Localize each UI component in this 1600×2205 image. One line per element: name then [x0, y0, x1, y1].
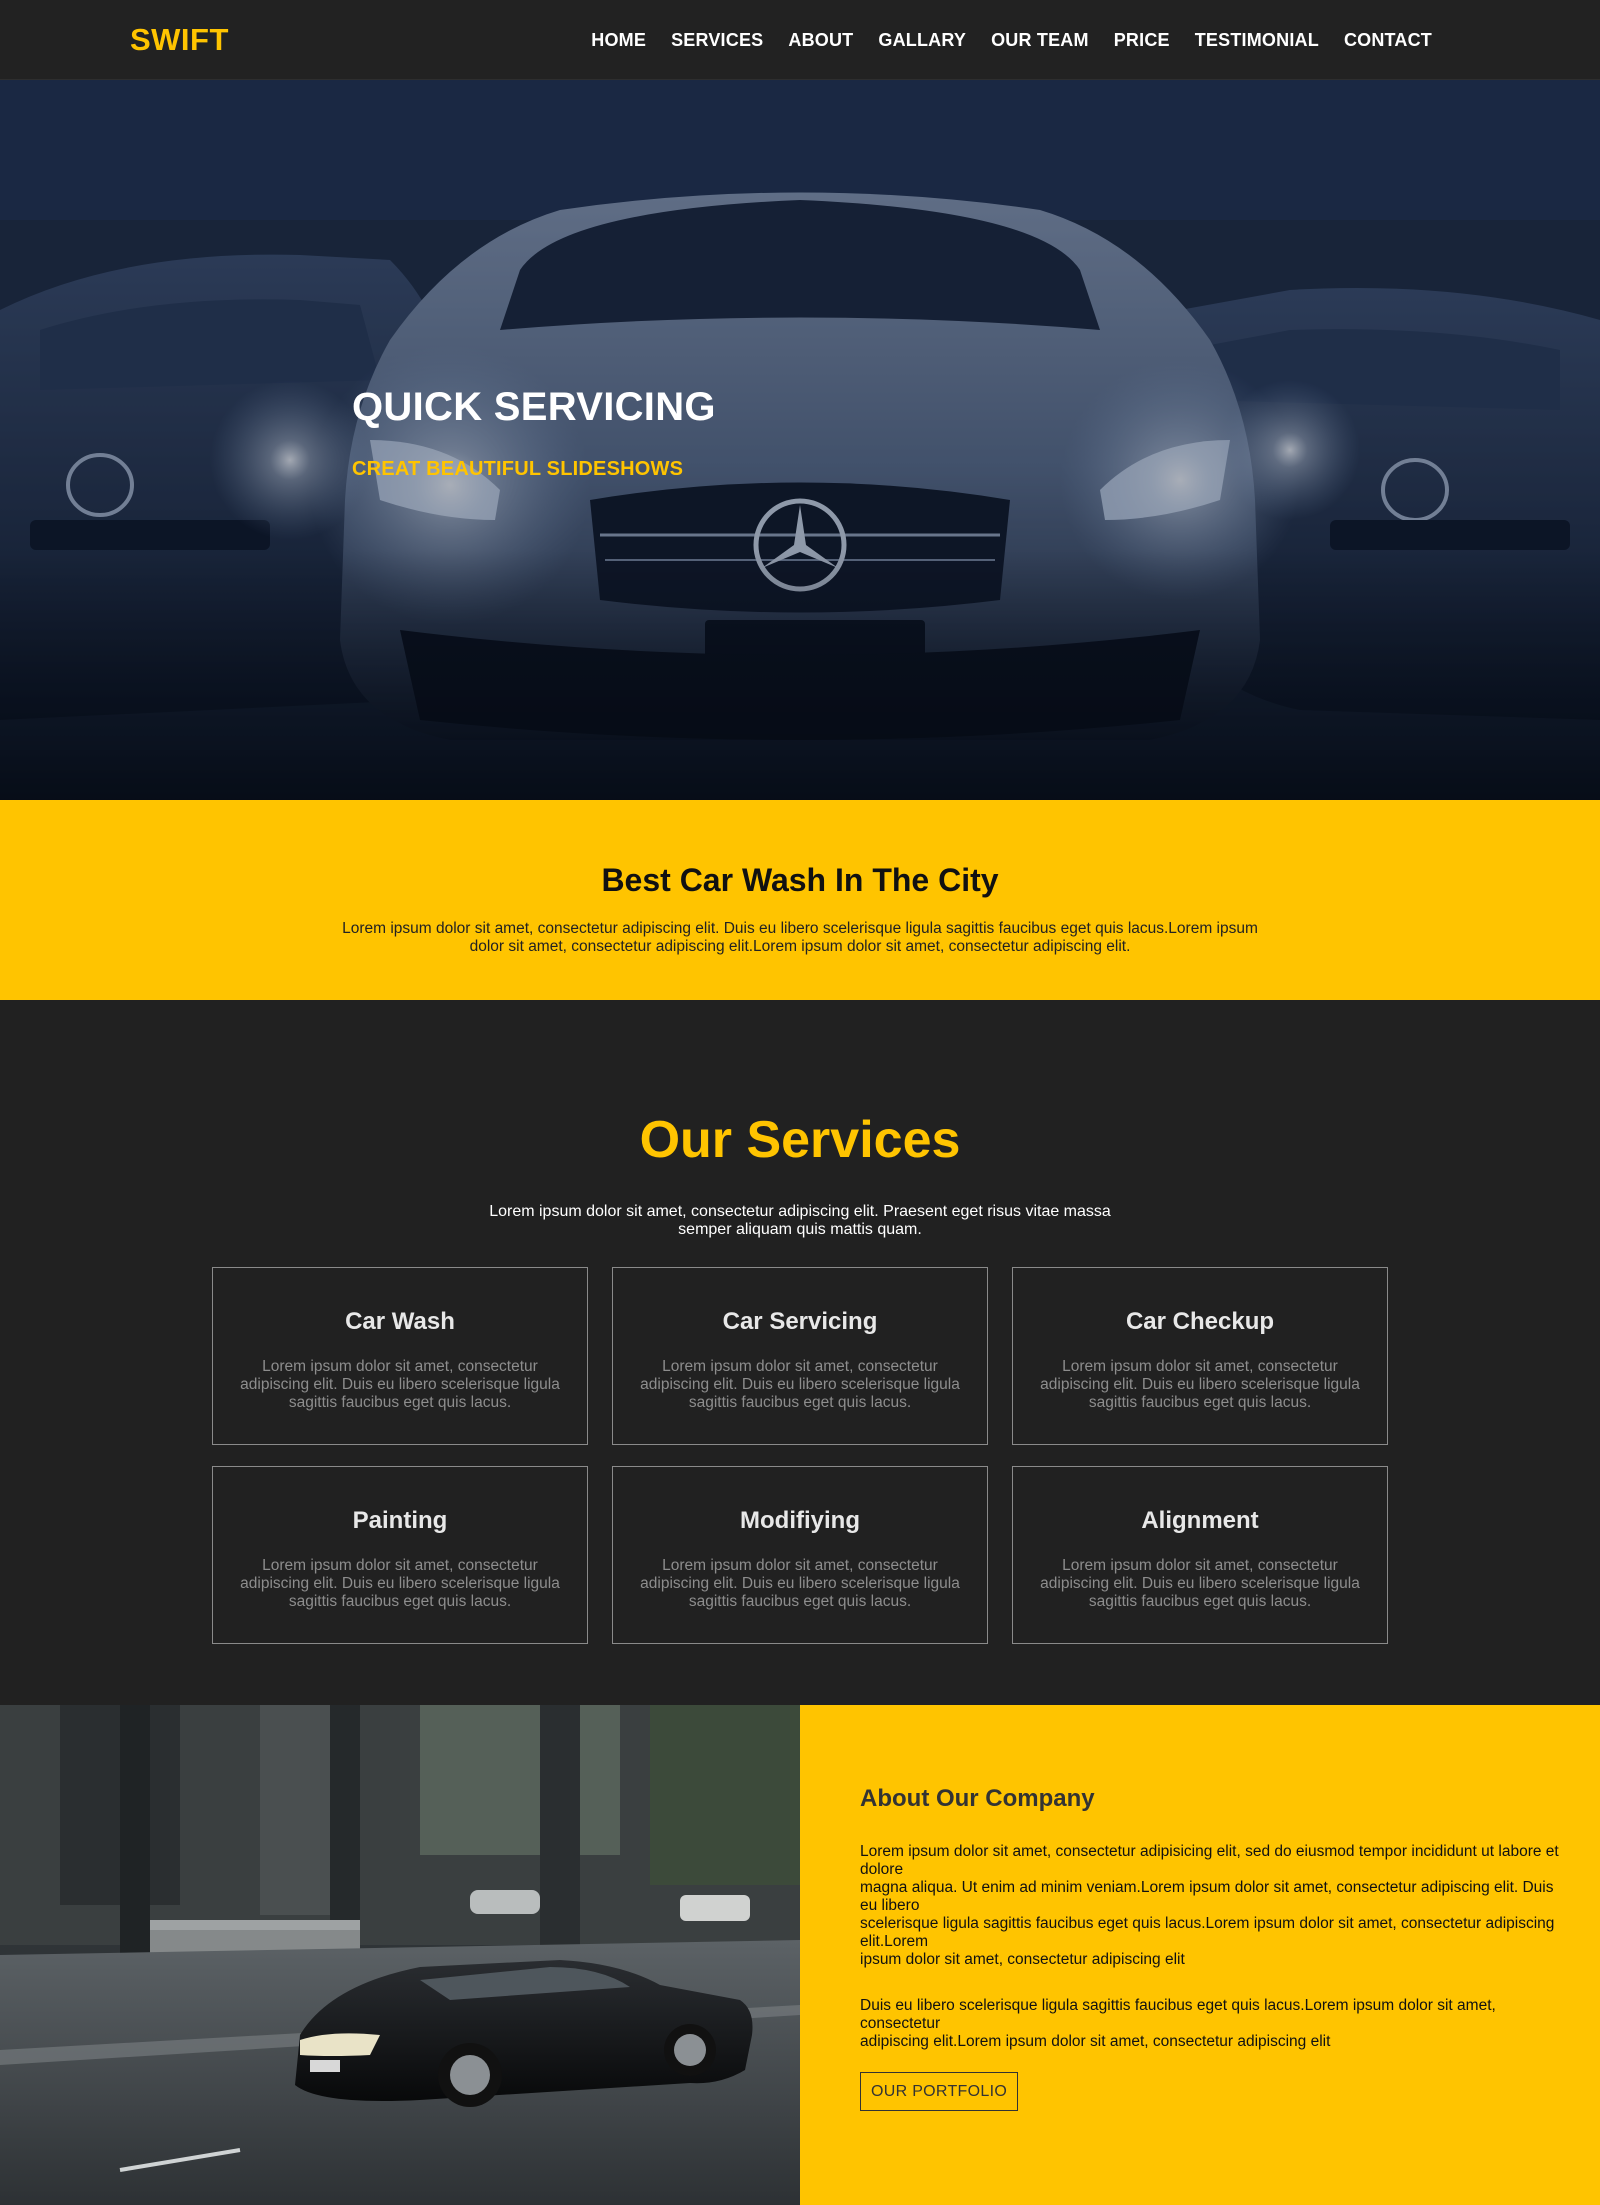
hero-slider: QUICK SERVICING CREAT BEAUTIFUL SLIDESHO… — [0, 80, 1600, 800]
service-card-text: Lorem ipsum dolor sit amet, consectetur … — [240, 1358, 560, 1411]
service-card-text: Lorem ipsum dolor sit amet, consectetur … — [1040, 1557, 1360, 1610]
service-card-modifiying[interactable]: Modifiying Lorem ipsum dolor sit amet, c… — [612, 1466, 988, 1644]
services-title: Our Services — [639, 1111, 961, 1169]
main-menu: HOME SERVICES ABOUT GALLARY OUR TEAM PRI… — [566, 30, 1432, 51]
intro-band: Best Car Wash In The City Lorem ipsum do… — [0, 800, 1600, 1000]
service-card-title: Car Wash — [345, 1308, 455, 1335]
about-car-image — [0, 1705, 800, 2205]
about-paragraph-2-line: Duis eu libero scelerisque ligula sagitt… — [860, 1997, 1496, 2032]
street-car-photo — [0, 1705, 800, 2205]
nav-item-home[interactable]: HOME — [591, 30, 646, 51]
about-paragraph-1: Lorem ipsum dolor sit amet, consectetur … — [860, 1843, 1560, 1969]
intro-band-title: Best Car Wash In The City — [601, 862, 999, 898]
service-card-title: Modifiying — [740, 1507, 860, 1534]
about-section: About Our Company Lorem ipsum dolor sit … — [800, 1705, 1600, 2205]
site-logo[interactable]: SWIFT — [130, 22, 229, 58]
top-navbar: SWIFT HOME SERVICES ABOUT GALLARY OUR TE… — [0, 0, 1600, 80]
portfolio-button[interactable]: OUR PORTFOLIO — [860, 2072, 1019, 2111]
services-intro: Lorem ipsum dolor sit amet, consectetur … — [489, 1203, 1111, 1238]
service-card-text: Lorem ipsum dolor sit amet, consectetur … — [240, 1557, 560, 1610]
intro-band-text: Lorem ipsum dolor sit amet, consectetur … — [342, 920, 1258, 955]
service-card-text: Lorem ipsum dolor sit amet, consectetur … — [1040, 1358, 1360, 1411]
service-card-car-wash[interactable]: Car Wash Lorem ipsum dolor sit amet, con… — [212, 1267, 588, 1445]
service-card-text: Lorem ipsum dolor sit amet, consectetur … — [640, 1557, 960, 1610]
about-paragraph-1-line: ipsum dolor sit amet, consectetur adipis… — [860, 1951, 1185, 1968]
about-paragraph-1-line: scelerisque ligula sagittis faucibus ege… — [860, 1915, 1555, 1950]
service-card-text: Lorem ipsum dolor sit amet, consectetur … — [640, 1358, 960, 1411]
service-card-painting[interactable]: Painting Lorem ipsum dolor sit amet, con… — [212, 1466, 588, 1644]
nav-item-testimonial[interactable]: TESTIMONIAL — [1195, 30, 1319, 51]
nav-item-price[interactable]: PRICE — [1114, 30, 1170, 51]
service-card-title: Alignment — [1141, 1507, 1259, 1534]
about-paragraph-2-line: adipiscing elit.Lorem ipsum dolor sit am… — [860, 2033, 1331, 2050]
nav-item-services[interactable]: SERVICES — [671, 30, 763, 51]
about-paragraph-1-line: Lorem ipsum dolor sit amet, consectetur … — [860, 1843, 1559, 1878]
about-paragraph-1-line: magna aliqua. Ut enim ad minim veniam.Lo… — [860, 1879, 1554, 1914]
nav-item-about[interactable]: ABOUT — [788, 30, 853, 51]
service-card-alignment[interactable]: Alignment Lorem ipsum dolor sit amet, co… — [1012, 1466, 1388, 1644]
nav-item-our-team[interactable]: OUR TEAM — [991, 30, 1089, 51]
about-title: About Our Company — [860, 1785, 1095, 1812]
service-card-title: Painting — [352, 1507, 448, 1534]
hero-title: QUICK SERVICING — [352, 385, 716, 429]
service-card-car-servicing[interactable]: Car Servicing Lorem ipsum dolor sit amet… — [612, 1267, 988, 1445]
service-card-title: Car Checkup — [1125, 1308, 1275, 1335]
about-paragraph-2: Duis eu libero scelerisque ligula sagitt… — [860, 1997, 1560, 2051]
service-card-title: Car Servicing — [722, 1308, 878, 1335]
nav-item-gallary[interactable]: GALLARY — [878, 30, 966, 51]
service-card-car-checkup[interactable]: Car Checkup Lorem ipsum dolor sit amet, … — [1012, 1267, 1388, 1445]
hero-background-cars-image — [0, 80, 1600, 800]
hero-subtitle: CREAT BEAUTIFUL SLIDESHOWS — [352, 458, 684, 480]
nav-item-contact[interactable]: CONTACT — [1344, 30, 1432, 51]
